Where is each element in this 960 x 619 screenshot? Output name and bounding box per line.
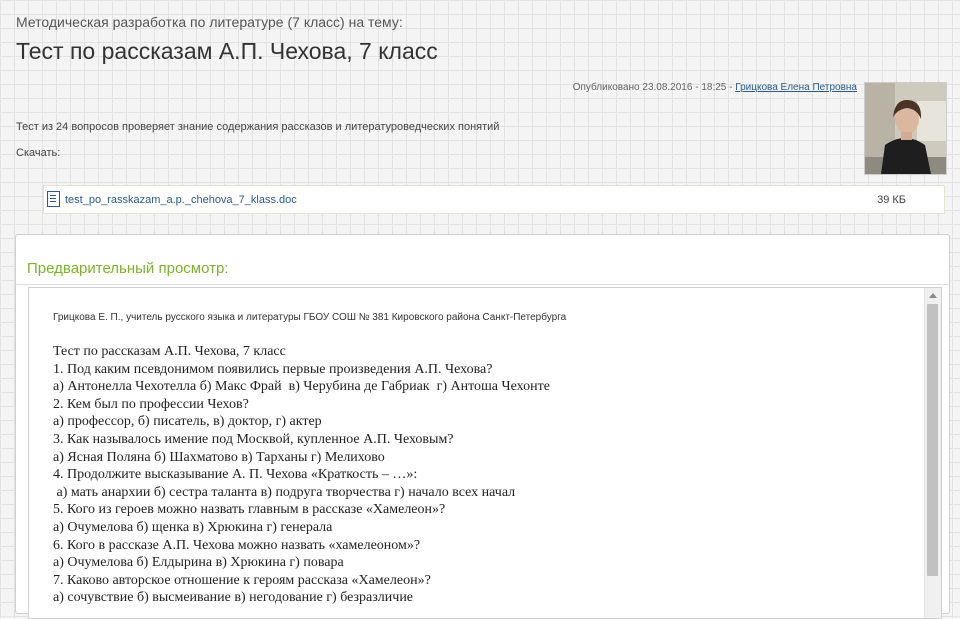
document-line: 2. Кем был по профессии Чехов? [53,396,249,412]
preview-scrollbar[interactable] [924,288,941,618]
page-subtitle: Методическая разработка по литературе (7… [16,14,403,30]
document-line: 4. Продолжите высказывание А. П. Чехова … [53,467,418,483]
scroll-up-arrow-icon[interactable] [925,288,941,302]
scroll-thumb[interactable] [927,304,938,576]
test-description: Тест из 24 вопросов проверяет знание сод… [16,121,500,133]
attachment-row: test_po_rasskazam_a.p._chehova_7_klass.d… [43,185,945,214]
download-label: Скачать: [16,147,61,159]
file-size: 39 КБ [877,194,906,206]
preview-panel: Предварительный просмотр: Грицкова Е. П.… [15,234,950,619]
publication-date: Опубликовано 23.08.2016 - 18:25 - [572,82,736,93]
word-doc-icon [47,191,60,207]
document-line: а) Антонелла Чехотелла б) Макс Фрай в) Ч… [53,379,550,395]
preview-divider [16,284,949,285]
document-line: а) сочувствие б) высмеивание в) негодова… [53,590,414,606]
document-line: Тест по рассказам А.П. Чехова, 7 класс [53,344,286,359]
document-line: 3. Как называлось имение под Москвой, ку… [53,431,454,447]
document-line: 1. Под каким псевдонимом появились первы… [53,361,493,377]
document-line: а) мать анархии б) сестра таланта в) под… [53,484,516,500]
author-photo [865,83,946,174]
document-line: а) профессор, б) писатель, в) доктор, г)… [53,414,322,430]
document-line: а) Очумелова б) Елдырина в) Хрюкина г) п… [53,555,344,571]
publication-meta: Опубликовано 23.08.2016 - 18:25 - Грицко… [573,82,857,93]
document-line: а) Ясная Поляна б) Шахматово в) Тарханы … [53,449,385,465]
document-line: а) Очумелова б) щенка в) Хрюкина г) гене… [53,519,333,535]
document-preview[interactable]: Грицкова Е. П., учитель русского языка и… [28,287,942,619]
document-body: Тест по рассказам А.П. Чехова, 7 класс 1… [53,343,550,607]
page-title: Тест по рассказам А.П. Чехова, 7 класс [16,38,438,64]
download-link[interactable]: test_po_rasskazam_a.p._chehova_7_klass.d… [65,194,297,206]
author-link[interactable]: Грицкова Елена Петровна [735,82,857,93]
document-author-line: Грицкова Е. П., учитель русского языка и… [53,312,567,323]
author-avatar[interactable] [864,82,947,175]
preview-heading: Предварительный просмотр: [27,260,229,277]
document-line: 7. Каково авторское отношение к героям р… [53,572,431,588]
document-line: 6. Кого в рассказе А.П. Чехова можно наз… [53,537,421,553]
document-line: 5. Кого из героев можно назвать главным … [53,502,446,518]
